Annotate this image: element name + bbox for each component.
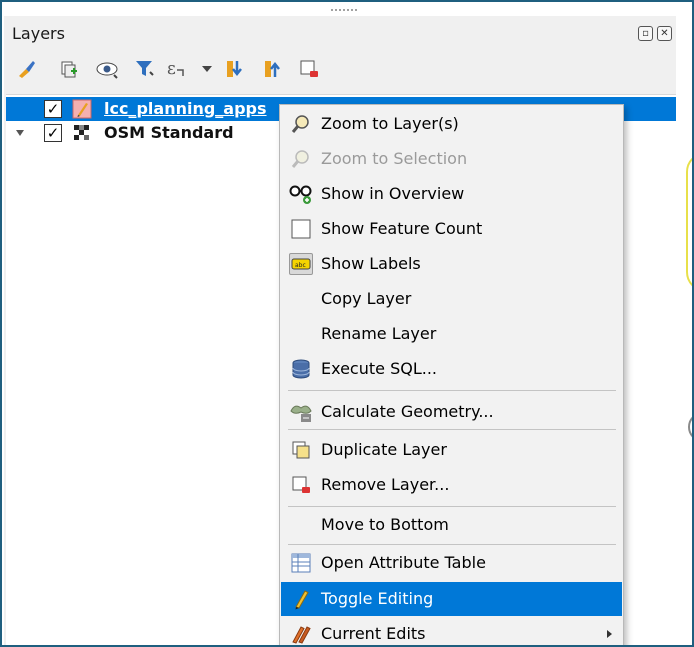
database-icon [289, 358, 313, 380]
menu-item-zoom-to-selection[interactable]: Zoom to Selection [281, 142, 622, 176]
menu-separator [288, 544, 616, 545]
menu-item-zoom-to-layer[interactable]: Zoom to Layer(s) [281, 107, 622, 141]
menu-item-label: Move to Bottom [321, 515, 449, 534]
menu-item-label: Rename Layer [321, 324, 437, 343]
check-mark: ✓ [46, 100, 60, 118]
duplicate-layer-icon [289, 439, 313, 461]
menu-separator [288, 390, 616, 391]
layer-label[interactable]: lcc_planning_apps [104, 99, 267, 119]
menu-item-label: Duplicate Layer [321, 440, 447, 459]
menu-item-label: Show Feature Count [321, 219, 483, 238]
menu-separator [288, 429, 616, 430]
menu-item-label: Zoom to Selection [321, 149, 468, 168]
menu-separator [288, 506, 616, 507]
raster-tile-icon [72, 123, 92, 143]
current-edits-icon [289, 623, 313, 645]
expand-all-icon[interactable] [222, 56, 248, 82]
calculate-geometry-icon [289, 401, 313, 423]
expand-arrow-icon[interactable] [16, 130, 24, 136]
check-mark: ✓ [46, 124, 60, 142]
remove-layer-icon [289, 474, 313, 496]
menu-item-execute-sql[interactable]: Execute SQL... [281, 352, 622, 386]
menu-item-label: Zoom to Layer(s) [321, 114, 459, 133]
map-feature [686, 152, 692, 292]
menu-item-label: Calculate Geometry... [321, 402, 494, 421]
menu-item-remove-layer[interactable]: Remove Layer... [281, 468, 622, 502]
menu-item-label: Toggle Editing [321, 589, 434, 608]
menu-item-open-attribute-table[interactable]: Open Attribute Table [281, 546, 622, 580]
menu-item-toggle-editing[interactable]: Toggle Editing [281, 582, 622, 616]
style-brush-icon[interactable] [14, 56, 40, 82]
menu-item-move-to-bottom[interactable]: Move to Bottom [281, 508, 622, 542]
menu-item-label: Remove Layer... [321, 475, 450, 494]
submenu-arrow-icon [607, 630, 612, 638]
svg-text:ε: ε [167, 59, 176, 79]
menu-item-label: Execute SQL... [321, 359, 437, 378]
float-icon[interactable]: ▫ [638, 26, 653, 41]
zoom-layer-icon [289, 113, 313, 135]
dropdown-arrow-icon[interactable] [194, 56, 220, 82]
menu-item-label: Open Attribute Table [321, 553, 486, 572]
svg-text:abc: abc [295, 262, 306, 269]
menu-item-show-labels[interactable]: abc Show Labels [281, 247, 622, 281]
table-icon [289, 552, 313, 574]
glasses-icon [289, 183, 313, 205]
checkbox-icon[interactable] [289, 218, 313, 240]
drag-grip-icon[interactable] [330, 8, 358, 12]
pencil-layer-icon [72, 99, 92, 119]
layer-visibility-checkbox[interactable]: ✓ [44, 124, 62, 142]
window-frame: Layers ▫ ✕ ε ✓ lcc_planning_apps ✓ OSM S… [0, 0, 694, 647]
labels-icon: abc [289, 253, 313, 275]
menu-item-current-edits[interactable]: Current Edits [281, 617, 622, 645]
collapse-all-icon[interactable] [260, 56, 286, 82]
menu-item-calculate-geometry[interactable]: Calculate Geometry... [281, 395, 622, 429]
panel-title: Layers [12, 24, 65, 43]
menu-item-show-feature-count[interactable]: Show Feature Count [281, 212, 622, 246]
menu-item-show-in-overview[interactable]: Show in Overview [281, 177, 622, 211]
layer-label[interactable]: OSM Standard [104, 123, 234, 143]
menu-item-label: Current Edits [321, 624, 426, 643]
layer-context-menu: Zoom to Layer(s) Zoom to Selection Show … [279, 104, 624, 645]
zoom-selection-icon [289, 148, 313, 170]
filter-icon[interactable] [132, 56, 158, 82]
remove-layer-icon[interactable] [296, 56, 322, 82]
menu-item-label: Copy Layer [321, 289, 412, 308]
map-canvas-edge[interactable] [678, 16, 692, 645]
eye-icon[interactable] [94, 56, 120, 82]
menu-item-copy-layer[interactable]: Copy Layer [281, 282, 622, 316]
close-icon[interactable]: ✕ [657, 26, 672, 41]
expression-filter-icon[interactable]: ε [164, 56, 190, 82]
menu-item-label: Show in Overview [321, 184, 465, 203]
menu-item-duplicate-layer[interactable]: Duplicate Layer [281, 433, 622, 467]
menu-item-rename-layer[interactable]: Rename Layer [281, 317, 622, 351]
add-group-icon[interactable] [56, 56, 82, 82]
pencil-icon [289, 588, 313, 610]
layer-visibility-checkbox[interactable]: ✓ [44, 100, 62, 118]
menu-item-label: Show Labels [321, 254, 421, 273]
